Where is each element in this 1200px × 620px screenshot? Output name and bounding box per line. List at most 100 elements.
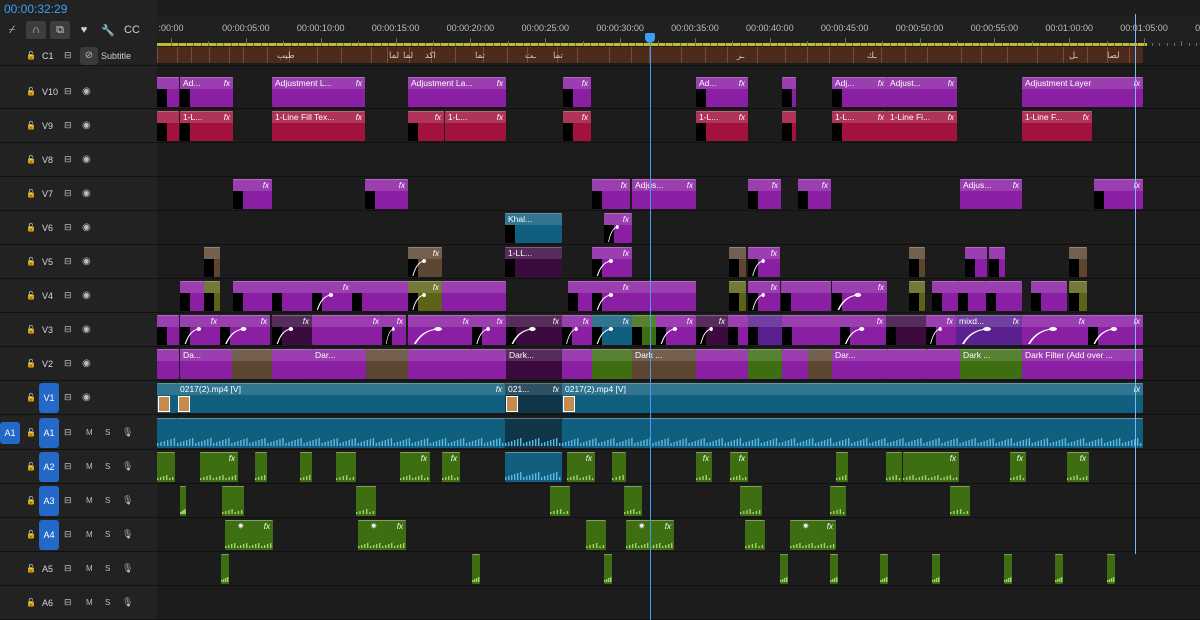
lock-icon[interactable]: 🔓 [26, 291, 36, 300]
video-clip[interactable] [909, 281, 925, 311]
mic-icon[interactable]: 🎙 [122, 461, 133, 472]
track-row-v9[interactable]: 1-L... fx 1-Line Fill Tex... fx fx 1-L... fx fx… [157, 109, 1200, 143]
video-clip[interactable]: mixd... fx [956, 315, 1022, 345]
caption-clip[interactable] [507, 47, 527, 63]
audio-clip[interactable] [740, 486, 762, 516]
video-clip[interactable] [568, 281, 592, 311]
video-clip[interactable]: fx [272, 315, 312, 345]
audio-clip[interactable] [505, 418, 562, 448]
video-clip[interactable]: fx [562, 315, 592, 345]
mute-button[interactable]: M [86, 428, 93, 437]
caption-clip[interactable] [981, 47, 1007, 63]
video-clip[interactable] [157, 315, 179, 345]
audio-clip[interactable] [604, 554, 612, 584]
eye-icon[interactable]: ◉ [82, 154, 91, 165]
video-clip[interactable] [782, 111, 796, 141]
video-clip[interactable] [592, 349, 632, 379]
video-clip[interactable]: fx [506, 315, 562, 345]
eye-icon[interactable]: ◉ [82, 358, 91, 369]
video-clip[interactable] [442, 281, 506, 311]
video-clip[interactable]: Dar... [832, 349, 887, 379]
video-clip[interactable]: fx [408, 247, 442, 277]
audio-clip[interactable] [780, 554, 788, 584]
audio-clip[interactable] [880, 554, 888, 584]
video-clip[interactable]: fx [408, 315, 472, 345]
solo-button[interactable]: S [105, 462, 110, 471]
lock-icon[interactable]: 🔓 [26, 325, 36, 334]
mic-icon[interactable]: 🎙 [122, 597, 133, 608]
video-clip[interactable]: fx [604, 213, 632, 243]
mute-button[interactable]: M [86, 496, 93, 505]
solo-button[interactable]: S [105, 598, 110, 607]
video-clip[interactable] [781, 281, 831, 311]
video-clip[interactable]: 1-L... fx [445, 111, 506, 141]
lock-icon[interactable]: 🔓 [26, 223, 36, 232]
sync-lock-icon[interactable]: ⊟ [64, 495, 72, 506]
video-clip[interactable]: fx [748, 247, 780, 277]
video-clip[interactable]: fx [592, 247, 632, 277]
lock-icon[interactable]: 🔓 [26, 530, 36, 539]
video-clip[interactable]: Adjustment Layer fx [1022, 77, 1143, 107]
audio-clip[interactable] [586, 520, 606, 550]
playhead-handle[interactable] [645, 33, 655, 43]
audio-clip[interactable] [180, 486, 186, 516]
video-clip[interactable] [748, 315, 782, 345]
audio-clip[interactable]: fx [200, 452, 238, 482]
audio-clip[interactable] [1055, 554, 1063, 584]
video-clip[interactable]: 1-Line Fill Tex... fx [272, 111, 365, 141]
video-clip[interactable]: fx [926, 315, 956, 345]
video-clip[interactable]: fx [365, 179, 408, 209]
video-clip[interactable] [204, 247, 220, 277]
mic-icon[interactable]: 🎙 [122, 529, 133, 540]
audio-clip[interactable] [505, 452, 562, 482]
video-clip[interactable] [232, 349, 272, 379]
video-clip[interactable]: Khal... [505, 213, 562, 243]
video-clip[interactable]: Dark Filter (Add over ... [1022, 349, 1143, 379]
video-clip[interactable]: fx [748, 281, 780, 311]
caption-clip[interactable] [243, 47, 267, 63]
track-row-v5[interactable]: fx 1-LL... fx fx [157, 245, 1200, 279]
video-clip[interactable]: 1-Line F... fx [1022, 111, 1092, 141]
video-clip[interactable]: fx [798, 179, 831, 209]
audio-clip[interactable]: fx [442, 452, 460, 482]
lock-icon[interactable]: 🔓 [26, 496, 36, 505]
lock-icon[interactable]: 🔓 [26, 87, 36, 96]
video-clip[interactable] [927, 349, 960, 379]
video-clip[interactable] [562, 349, 592, 379]
video-clip[interactable]: Ad... fx [180, 77, 233, 107]
sync-lock-icon[interactable]: ⊟ [64, 563, 72, 574]
video-clip[interactable] [157, 111, 179, 141]
caption-clip[interactable] [317, 47, 341, 63]
audio-clip[interactable] [472, 554, 480, 584]
lock-icon[interactable]: 🔓 [26, 359, 36, 368]
audio-clip[interactable] [157, 418, 177, 448]
caption-clip[interactable] [609, 47, 631, 63]
mic-icon[interactable]: 🎙 [122, 427, 133, 438]
eye-icon[interactable]: ◉ [82, 188, 91, 199]
caption-clip[interactable] [209, 47, 229, 63]
video-clip[interactable]: Dark... [506, 349, 562, 379]
audio-clip[interactable]: fx [567, 452, 595, 482]
sync-lock-icon[interactable]: ⊟ [64, 427, 72, 438]
audio-clip[interactable] [157, 452, 175, 482]
solo-button[interactable]: S [105, 496, 110, 505]
video-clip[interactable]: 1-L... fx [180, 111, 233, 141]
video-clip[interactable]: fx [233, 179, 272, 209]
video-clip[interactable]: fx [312, 281, 352, 311]
audio-clip[interactable]: fx [903, 452, 959, 482]
video-clip[interactable] [1031, 281, 1067, 311]
video-clip[interactable]: 1-L... fx [832, 111, 887, 141]
audio-clip[interactable] [222, 486, 244, 516]
video-clip[interactable] [1069, 281, 1087, 311]
video-clip[interactable] [157, 383, 177, 413]
video-clip[interactable]: fx [840, 315, 886, 345]
sync-lock-icon[interactable]: ⊟ [64, 86, 72, 97]
video-clip[interactable]: Dark ... [960, 349, 1022, 379]
mic-icon[interactable]: 🎙 [122, 563, 133, 574]
eye-icon[interactable]: ◉ [82, 120, 91, 131]
track-area[interactable]: طيب لما تما اكد لما ـت تما ـر ـك لصا ـل Ad... fx Adju… [157, 46, 1200, 620]
caption-clip[interactable] [191, 47, 209, 63]
mute-button[interactable]: M [86, 598, 93, 607]
video-clip[interactable]: fx [472, 315, 506, 345]
audio-clip[interactable] [950, 486, 970, 516]
